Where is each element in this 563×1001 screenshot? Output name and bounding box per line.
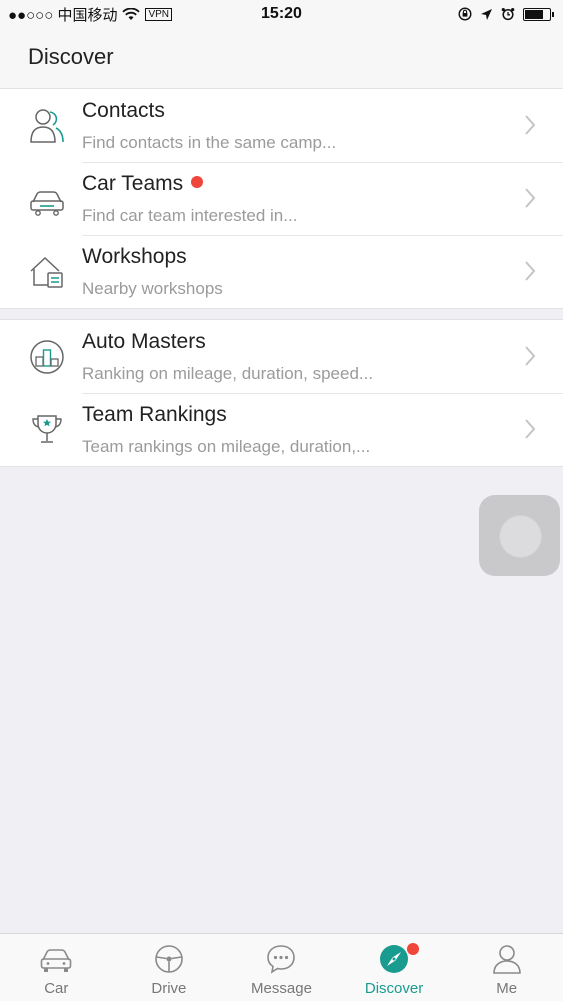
person-icon (492, 945, 521, 974)
list-item-workshops[interactable]: Workshops Nearby workshops (0, 235, 563, 308)
chevron-right-icon (525, 346, 536, 366)
new-badge (191, 176, 204, 188)
list-item-subtitle: Ranking on mileage, duration, speed... (82, 364, 374, 383)
list-item-subtitle: Find contacts in the same camp... (82, 133, 337, 152)
assistive-touch-button[interactable] (479, 495, 560, 576)
tab-label: Message (251, 980, 312, 997)
steering-wheel-icon (155, 945, 183, 973)
contacts-icon (30, 109, 64, 143)
tab-label: Me (496, 980, 518, 997)
status-bar: ●●○○○ 中国移动 VPN 15:20 (0, 0, 563, 28)
tab-bar: Car Drive Message Discover Me (0, 933, 563, 1001)
list-item-title: Contacts (82, 99, 165, 122)
page-title: Discover (28, 44, 114, 69)
assistive-touch-knob (499, 515, 542, 558)
vpn-badge: VPN (145, 7, 173, 21)
chevron-right-icon (525, 261, 536, 281)
nav-header: Discover (0, 28, 563, 89)
workshop-icon (30, 256, 63, 288)
list-item-subtitle: Team rankings on mileage, duration,... (82, 437, 371, 456)
list-item-team-rankings[interactable]: Team Rankings Team rankings on mileage, … (0, 393, 563, 466)
discover-group-primary: Contacts Find contacts in the same camp.… (0, 88, 563, 309)
chevron-right-icon (525, 115, 536, 135)
list-item-car-teams[interactable]: Car Teams Find car team interested in... (0, 162, 563, 235)
car-icon (40, 949, 72, 972)
list-item-title: Car Teams (82, 172, 184, 195)
list-item-contacts[interactable]: Contacts Find contacts in the same camp.… (0, 89, 563, 162)
chevron-right-icon (525, 419, 536, 439)
discover-group-rankings: Auto Masters Ranking on mileage, duratio… (0, 319, 563, 467)
discover-badge (407, 943, 420, 955)
car-icon (30, 191, 64, 216)
list-item-title: Team Rankings (82, 403, 227, 426)
list-item-title: Workshops (82, 245, 187, 268)
list-item-title: Auto Masters (82, 330, 206, 353)
podium-icon (30, 340, 64, 374)
battery-icon (523, 7, 554, 21)
alarm-icon (501, 8, 515, 21)
tab-discover[interactable]: Discover (338, 934, 451, 1001)
list-item-subtitle: Nearby workshops (82, 279, 223, 298)
location-arrow-icon (481, 8, 492, 20)
trophy-icon (32, 415, 62, 443)
tab-car[interactable]: Car (0, 934, 113, 1001)
compass-icon (380, 945, 409, 973)
list-item-subtitle: Find car team interested in... (82, 206, 298, 225)
list-item-auto-masters[interactable]: Auto Masters Ranking on mileage, duratio… (0, 320, 563, 393)
rotation-lock-icon (458, 7, 472, 21)
chat-bubble-icon (267, 945, 296, 974)
tab-drive[interactable]: Drive (113, 934, 226, 1001)
tab-label: Discover (364, 980, 424, 997)
tab-label: Drive (151, 980, 187, 997)
tab-label: Car (44, 980, 69, 997)
wifi-icon (122, 7, 141, 20)
chevron-right-icon (525, 188, 536, 208)
carrier-label: ●●○○○ 中国移动 (8, 6, 118, 24)
tab-message[interactable]: Message (225, 934, 338, 1001)
tab-me[interactable]: Me (450, 934, 563, 1001)
